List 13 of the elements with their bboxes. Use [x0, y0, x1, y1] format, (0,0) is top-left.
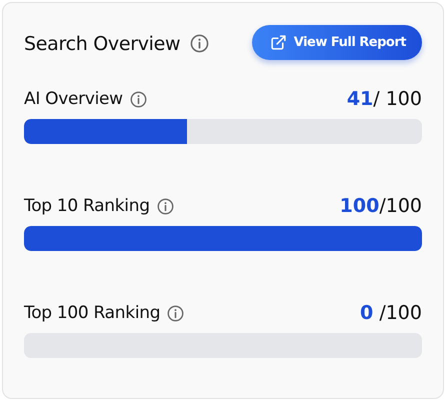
view-report-button[interactable]: View Full Report	[252, 25, 422, 60]
metric-label: AI Overview	[24, 89, 123, 109]
score-text: 0 /100	[360, 302, 422, 324]
card-title: Search Overview	[24, 32, 180, 54]
metric-label: Top 10 Ranking	[24, 196, 150, 216]
info-icon[interactable]	[190, 34, 210, 53]
info-icon[interactable]	[156, 198, 174, 214]
info-icon[interactable]	[167, 304, 184, 322]
metric-label: Top 100 Ranking	[24, 303, 160, 323]
info-icon[interactable]	[130, 90, 147, 108]
score-text: 41/ 100	[346, 88, 422, 110]
external-link-icon	[270, 34, 287, 51]
score-text: 100/100	[340, 195, 422, 217]
